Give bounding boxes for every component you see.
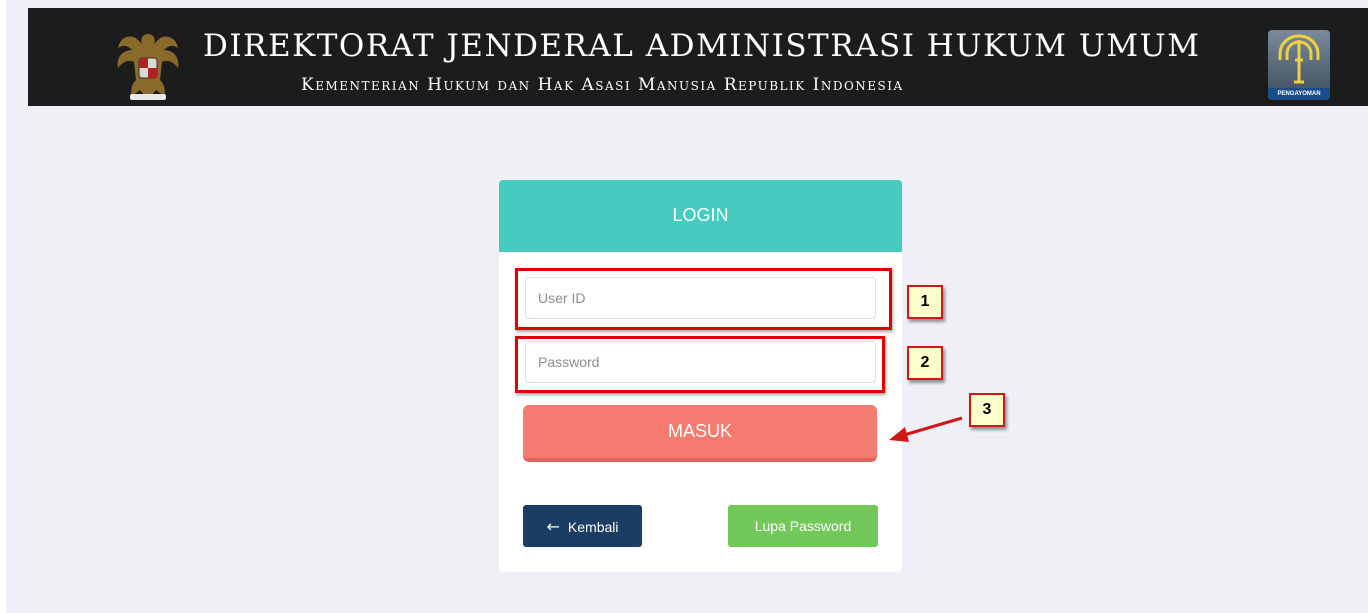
arrow-left-icon: ← bbox=[546, 516, 560, 536]
step-badge-3: 3 bbox=[969, 393, 1005, 427]
garuda-emblem-icon bbox=[117, 34, 179, 100]
step-badge-2: 2 bbox=[907, 346, 943, 380]
step-badge-1: 1 bbox=[907, 285, 943, 319]
login-card-header: LOGIN bbox=[499, 180, 902, 252]
kembali-button[interactable]: ← Kembali bbox=[523, 505, 642, 547]
pengayoman-label-band: PENGAYOMAN bbox=[1268, 88, 1330, 100]
userid-input[interactable] bbox=[525, 277, 876, 319]
header-title: DIREKTORAT JENDERAL ADMINISTRASI HUKUM U… bbox=[203, 28, 1201, 64]
login-title: LOGIN bbox=[672, 205, 729, 225]
header-subtitle: Kementerian Hukum dan Hak Asasi Manusia … bbox=[301, 75, 904, 95]
password-input[interactable] bbox=[525, 341, 876, 383]
site-header: DIREKTORAT JENDERAL ADMINISTRASI HUKUM U… bbox=[28, 8, 1368, 106]
pengayoman-logo-icon: PENGAYOMAN bbox=[1268, 30, 1330, 100]
lupa-password-button[interactable]: Lupa Password bbox=[728, 505, 878, 547]
kembali-label: Kembali bbox=[567, 518, 619, 535]
pengayoman-label: PENGAYOMAN bbox=[1277, 91, 1321, 97]
masuk-button[interactable]: MASUK bbox=[523, 405, 877, 462]
pengayoman-tree-icon bbox=[1278, 34, 1320, 84]
